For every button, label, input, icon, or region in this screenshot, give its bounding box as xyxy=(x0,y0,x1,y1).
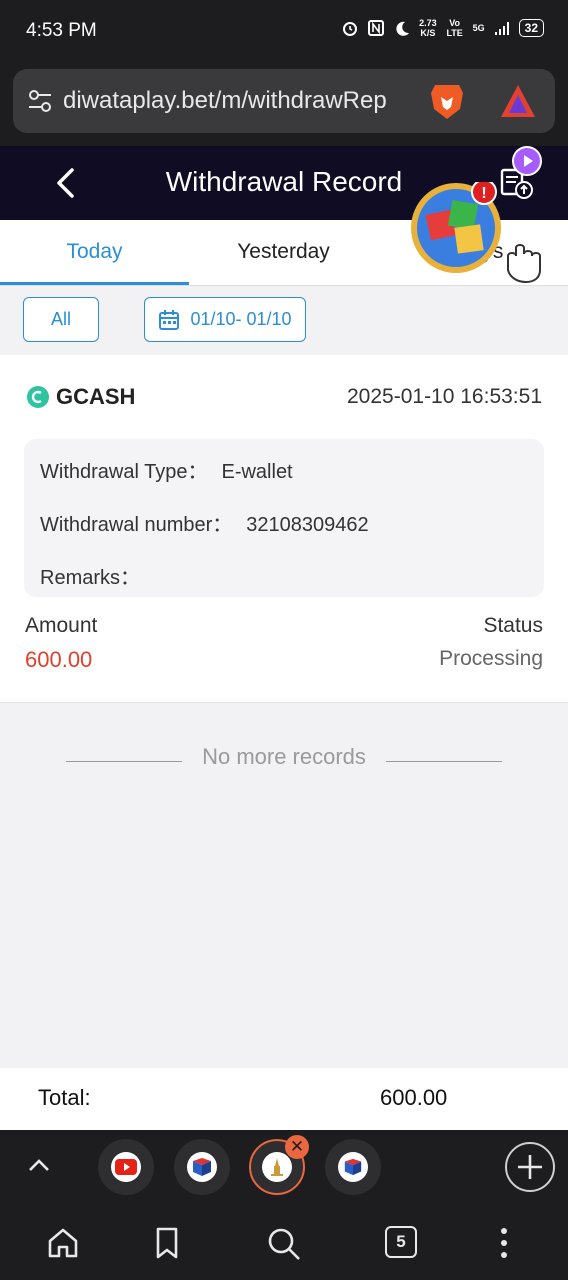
filter-all-label: All xyxy=(50,309,71,329)
home-icon[interactable] xyxy=(46,1226,80,1260)
net-speed: 2.73 K/S xyxy=(419,18,437,38)
address-bar[interactable]: diwataplay.bet/m/withdrawRep xyxy=(13,69,555,133)
nfc-icon xyxy=(368,20,385,36)
browser-toolbar: diwataplay.bet/m/withdrawRep xyxy=(0,62,568,146)
current-site-favicon-icon xyxy=(262,1152,292,1182)
remarks-row: Remarks： xyxy=(40,561,154,590)
status-icons: 2.73 K/S Vo LTE 5G 32 xyxy=(341,18,544,38)
url-text[interactable]: diwataplay.bet/m/withdrawRep xyxy=(63,87,423,115)
amount-label: Amount xyxy=(25,614,98,637)
tab-count-button[interactable]: 5 xyxy=(385,1226,417,1258)
network-type: 5G xyxy=(472,23,485,33)
withdrawal-number-label: Withdrawal number： xyxy=(40,514,233,536)
close-tab-icon[interactable]: ✕ xyxy=(285,1135,309,1159)
brave-rewards-icon[interactable] xyxy=(499,83,537,119)
more-menu-icon[interactable] xyxy=(496,1226,512,1260)
total-bar: Total: 600.00 xyxy=(0,1068,568,1130)
payment-method: GCASH xyxy=(56,384,136,409)
total-label: Total: xyxy=(38,1085,91,1110)
browser-tab-strip: ✕ xyxy=(0,1130,568,1204)
brave-shields-icon[interactable] xyxy=(429,81,465,121)
alarm-icon xyxy=(343,22,358,36)
withdrawal-number-value: 32108309462 xyxy=(246,514,369,536)
site-favicon-icon xyxy=(338,1152,368,1182)
bookmark-icon[interactable] xyxy=(152,1226,182,1260)
divider-right xyxy=(386,761,502,762)
search-icon[interactable] xyxy=(266,1226,302,1262)
record-details: Withdrawal Type： E-wallet Withdrawal numb… xyxy=(24,439,544,597)
svg-text:!: ! xyxy=(481,185,486,202)
withdrawal-type-row: Withdrawal Type： E-wallet xyxy=(40,455,293,484)
tab-thumb-site-2[interactable] xyxy=(325,1139,381,1195)
pointer-hand-icon xyxy=(507,244,541,284)
tab-thumb-site-1[interactable] xyxy=(174,1139,230,1195)
video-play-icon[interactable] xyxy=(512,146,542,176)
chevron-up-icon[interactable] xyxy=(26,1152,52,1178)
withdrawal-record-card: GCASH 2025-01-10 16:53:51 Withdrawal Typ… xyxy=(0,355,568,703)
status-value: Processing xyxy=(439,647,543,670)
volte-indicator: Vo LTE xyxy=(446,18,463,38)
tab-today[interactable]: Today xyxy=(0,240,189,264)
youtube-icon xyxy=(111,1152,141,1182)
amount-value: 600.00 xyxy=(25,647,93,672)
tab-thumb-youtube[interactable] xyxy=(98,1139,154,1195)
no-more-records: No more records xyxy=(202,744,366,769)
remarks-label: Remarks： xyxy=(40,567,141,589)
withdrawal-type-value: E-wallet xyxy=(221,461,293,483)
filter-all-button[interactable]: All xyxy=(23,297,99,342)
new-tab-button[interactable] xyxy=(505,1142,555,1192)
status-label: Status xyxy=(483,614,543,637)
gcash-logo-icon xyxy=(27,386,49,408)
signal-icon xyxy=(494,22,509,35)
status-bar: 4:53 PM 2.73 K/S Vo LTE 5G 32 xyxy=(0,0,568,62)
date-range-label: 01/10- 01/10 xyxy=(190,309,292,329)
net-speed-value: 2.73 xyxy=(419,18,437,28)
status-time: 4:53 PM xyxy=(26,20,97,41)
plus-icon xyxy=(518,1155,542,1179)
site-settings-icon[interactable] xyxy=(27,89,53,113)
moon-icon xyxy=(396,21,410,36)
active-tab-indicator xyxy=(0,282,189,285)
date-range-button[interactable]: 01/10- 01/10 xyxy=(144,297,306,342)
total-value: 600.00 xyxy=(380,1085,448,1110)
battery-indicator: 32 xyxy=(518,19,544,37)
tab-thumb-current[interactable]: ✕ xyxy=(249,1135,309,1195)
tab-yesterday[interactable]: Yesterday xyxy=(189,240,378,264)
withdrawal-type-label: Withdrawal Type： xyxy=(40,461,208,483)
site-favicon-icon xyxy=(187,1152,217,1182)
withdrawal-number-row: Withdrawal number： 32108309462 xyxy=(40,508,369,537)
calendar-icon xyxy=(159,309,180,330)
net-speed-unit: K/S xyxy=(420,28,436,38)
browser-bottom-nav: 5 xyxy=(0,1204,568,1280)
filter-bar: All 01/10- 01/10 xyxy=(0,287,568,354)
play-icon xyxy=(524,155,533,167)
record-datetime: 2025-01-10 16:53:51 xyxy=(347,385,542,408)
floating-game-icon[interactable]: ! xyxy=(410,182,502,274)
